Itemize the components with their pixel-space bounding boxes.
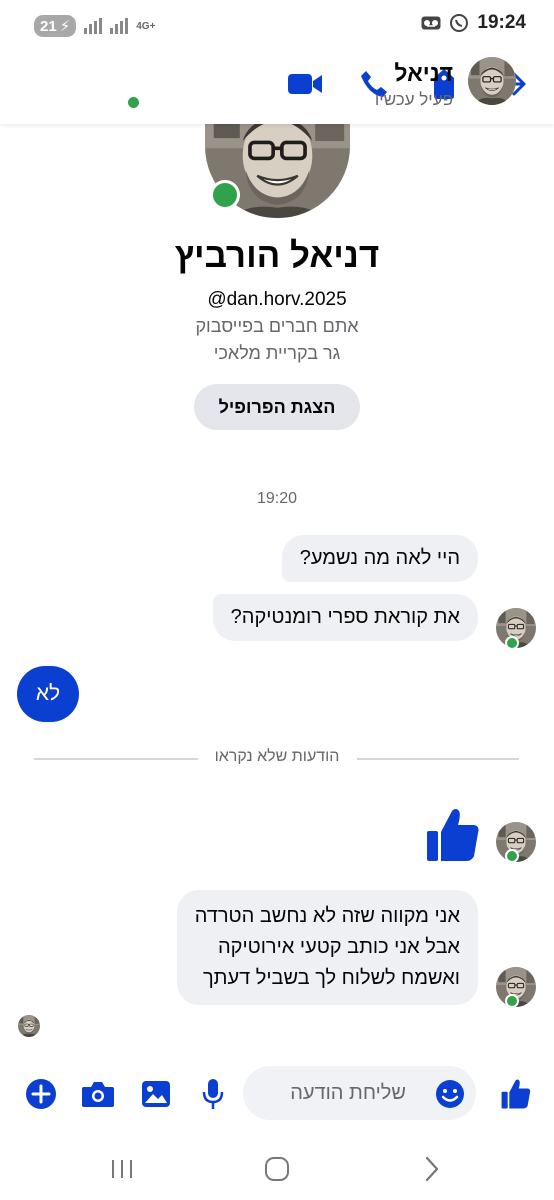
battery-level: 21 (40, 17, 57, 35)
microphone-icon (202, 1079, 224, 1109)
incoming-message-multiline[interactable]: אני מקווה שזה לא נחשב הטרדה אבל אני כותב… (176, 890, 478, 1005)
incoming-message[interactable]: את קוראת ספרי רומנטיקה? (212, 594, 478, 641)
chat-header: דניאל פעיל עכשיו (0, 52, 554, 124)
back-button[interactable] (412, 1149, 452, 1189)
contact-name[interactable]: דניאל (394, 60, 453, 87)
header-avatar[interactable] (468, 57, 516, 105)
online-indicator (505, 849, 519, 863)
system-nav-bar (0, 1135, 554, 1200)
voicemail-icon (421, 16, 441, 30)
home-button[interactable] (257, 1149, 297, 1189)
add-button[interactable] (22, 1075, 60, 1113)
clock: 19:24 (477, 12, 526, 33)
online-indicator (505, 636, 519, 650)
recent-apps-icon (112, 1160, 132, 1178)
profile-handle: @dan.horv.2025 (207, 289, 347, 310)
plus-icon (26, 1079, 56, 1109)
message-timestamp: 19:20 (256, 490, 298, 507)
thumbs-up-icon (427, 809, 479, 861)
signal-1-icon (84, 18, 103, 34)
video-call-button[interactable] (287, 66, 323, 102)
message-composer (0, 1062, 554, 1126)
video-call-icon (288, 74, 322, 94)
camera-icon (82, 1082, 114, 1107)
incoming-message[interactable]: היי לאה מה נשמע? (281, 535, 478, 582)
like-icon (501, 1079, 531, 1109)
contact-status: פעיל עכשיו (374, 90, 453, 109)
recent-apps-button[interactable] (102, 1149, 142, 1189)
emoji-button[interactable] (431, 1075, 469, 1113)
online-indicator (126, 95, 141, 110)
status-right: 19:24 (421, 12, 526, 34)
emoji-icon (436, 1080, 464, 1108)
send-like-button[interactable] (497, 1075, 535, 1113)
battery-indicator: 21 ⚡ (34, 15, 77, 37)
back-icon (425, 1156, 439, 1182)
network-type: 4G+ (136, 20, 156, 32)
status-left: 21 ⚡ 4G+ (34, 15, 155, 37)
message-line: ואשמח לשלוח לך בשביל דעתך (202, 967, 460, 989)
read-receipt-avatar (18, 1015, 40, 1037)
view-profile-button[interactable]: הצגת הפרופיל (194, 384, 360, 430)
gallery-icon (142, 1081, 170, 1107)
profile-name: דניאל הורביץ (174, 236, 380, 275)
home-icon (265, 1157, 289, 1181)
outgoing-message[interactable]: לא (17, 666, 79, 722)
signal-2-icon (110, 18, 129, 34)
avatar-image (468, 57, 516, 105)
camera-button[interactable] (79, 1075, 117, 1113)
avatar-image (18, 1015, 40, 1037)
unread-messages-label: הודעות שלא נקראו (214, 748, 340, 765)
profile-online-indicator (210, 180, 240, 210)
online-indicator (505, 994, 519, 1008)
gallery-button[interactable] (137, 1075, 175, 1113)
message-line: אני מקווה שזה לא נחשב הטרדה (194, 905, 460, 927)
voice-button[interactable] (194, 1075, 232, 1113)
status-bar: 21 ⚡ 4G+ 19:24 (0, 0, 554, 52)
location-info: גר בקריית מלאכי (213, 343, 341, 363)
message-line: אבל אני כותב קטעי אירוטיקה (217, 936, 460, 958)
thumbs-up-message[interactable] (426, 807, 480, 868)
friends-info: אתם חברים בפייסבוק (195, 316, 359, 336)
whatsapp-icon (450, 14, 469, 32)
